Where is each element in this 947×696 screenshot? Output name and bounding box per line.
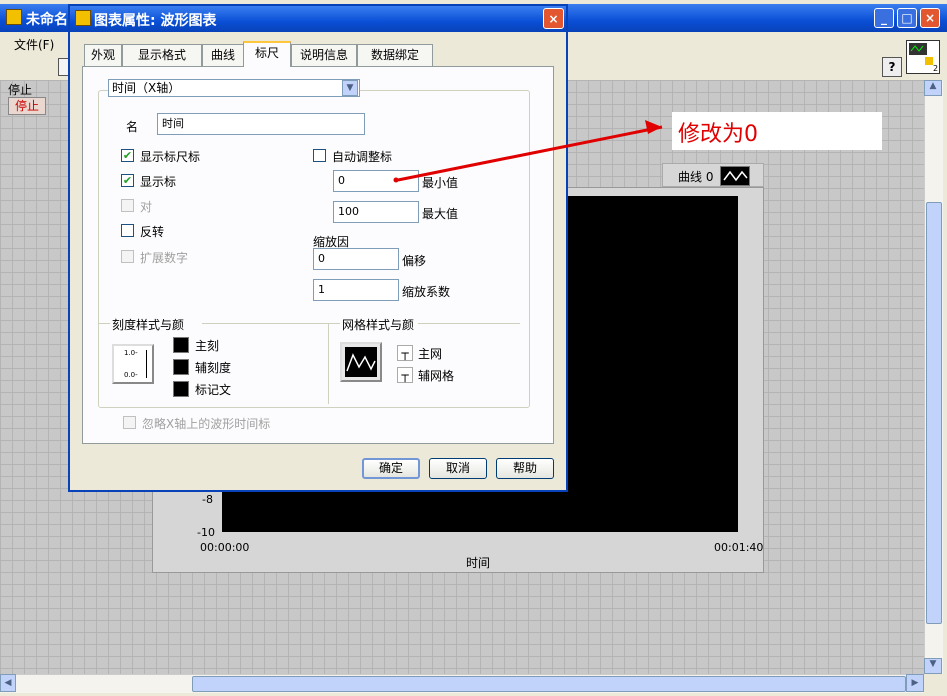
dialog-close-icon[interactable]: × — [543, 8, 564, 29]
labview-app-icon — [6, 9, 22, 25]
tab-data-binding[interactable]: 数据绑定 — [357, 44, 433, 66]
tab-plots[interactable]: 曲线 — [202, 44, 244, 66]
minimum-field[interactable]: 0 — [333, 170, 419, 192]
grid-style-title: 网格样式与颜 — [342, 318, 415, 332]
major-tick-label: 主刻 — [195, 339, 220, 353]
vi-icon: 2 — [906, 40, 940, 74]
menu-file[interactable]: 文件(F) — [14, 36, 54, 53]
minimize-icon[interactable]: _ — [874, 8, 894, 28]
major-grid-label: 主网 — [418, 347, 443, 361]
tick-style-axis-line — [146, 350, 147, 378]
maximize-icon[interactable]: □ — [897, 8, 917, 28]
section-divider — [418, 323, 520, 324]
stop-button[interactable]: 停止 — [8, 97, 46, 115]
vi-icon-graphic: 2 — [909, 43, 938, 73]
log-checkbox — [121, 199, 134, 212]
maximum-label: 最大值 — [422, 207, 459, 221]
x-tick: 00:01:40 — [714, 541, 764, 554]
show-scale-text: 显示标 — [140, 175, 177, 189]
major-tick-color-swatch[interactable] — [173, 337, 189, 353]
ignore-timestamp-text: 忽略X轴上的波形时间标 — [142, 417, 271, 431]
cancel-button[interactable]: 取消 — [429, 458, 487, 479]
tab-appearance[interactable]: 外观 — [84, 44, 122, 66]
name-label: 名 — [126, 120, 139, 134]
section-vertical-divider — [328, 324, 329, 404]
stop-label: 停止 — [8, 83, 33, 97]
grid-style-icon — [345, 347, 377, 377]
tick-style-button[interactable]: 1.0- 0.0- — [112, 344, 154, 384]
annotation-text: 修改为0 — [678, 122, 758, 147]
section-divider — [98, 323, 110, 324]
ignore-timestamp-checkbox — [123, 416, 136, 429]
multiplier-label: 缩放系数 — [402, 285, 451, 299]
scroll-down-icon[interactable]: ▼ — [924, 658, 942, 674]
x-tick: 00:00:00 — [200, 541, 250, 554]
invert-text: 反转 — [140, 225, 165, 239]
minor-tick-color-swatch[interactable] — [173, 359, 189, 375]
offset-label: 偏移 — [402, 254, 427, 268]
scroll-right-icon[interactable]: ▶ — [906, 674, 924, 692]
marker-text-color-swatch[interactable] — [173, 381, 189, 397]
minor-tick-label: 辅刻度 — [195, 361, 232, 375]
scroll-left-icon[interactable]: ◀ — [0, 674, 16, 692]
tick-style-top-label: 1.0- — [124, 349, 138, 357]
maximum-field[interactable]: 100 — [333, 201, 419, 223]
show-scale-checkbox[interactable]: ✔ — [121, 174, 134, 187]
dialog-app-icon — [75, 10, 91, 26]
svg-text:2: 2 — [933, 64, 938, 73]
name-field[interactable]: 时间 — [157, 113, 365, 135]
log-text: 对 — [140, 200, 153, 214]
minor-grid-color-icon[interactable]: ┬ — [397, 367, 413, 383]
autoscale-checkbox[interactable] — [313, 149, 326, 162]
ok-button[interactable]: 确定 — [362, 458, 420, 479]
marker-text-label: 标记文 — [195, 383, 232, 397]
help-icon[interactable]: ? — [882, 57, 902, 77]
minimum-label: 最小值 — [422, 176, 459, 190]
legend-wave-icon — [723, 170, 748, 182]
tick-style-title: 刻度样式与颜 — [112, 318, 185, 332]
section-divider — [202, 323, 328, 324]
offset-field[interactable]: 0 — [313, 248, 399, 270]
show-scale-label-checkbox[interactable]: ✔ — [121, 149, 134, 162]
tab-display-format[interactable]: 显示格式 — [122, 44, 202, 66]
vertical-scrollbar-thumb[interactable] — [926, 202, 942, 624]
show-scale-label-text: 显示标尺标 — [140, 150, 201, 164]
y-tick: -10 — [197, 526, 215, 539]
grid-style-button[interactable] — [340, 342, 382, 382]
y-tick: -8 — [202, 493, 213, 506]
scroll-up-icon[interactable]: ▲ — [924, 80, 942, 96]
x-axis-label: 时间 — [466, 556, 491, 570]
chevron-down-icon[interactable]: ▼ — [342, 80, 358, 96]
tab-documentation[interactable]: 说明信息 — [291, 44, 357, 66]
major-grid-color-icon[interactable]: ┬ — [397, 345, 413, 361]
horizontal-scrollbar-thumb[interactable] — [192, 676, 906, 692]
legend-label: 曲线 0 — [678, 170, 714, 184]
minor-grid-label: 辅网格 — [418, 369, 455, 383]
autoscale-text: 自动调整标 — [332, 150, 393, 164]
tick-style-bottom-label: 0.0- — [124, 371, 138, 379]
dialog-title: 图表属性: 波形图表 — [94, 13, 217, 29]
invert-checkbox[interactable] — [121, 224, 134, 237]
expand-digital-text: 扩展数字 — [140, 251, 189, 265]
legend-line-icon[interactable] — [720, 166, 750, 186]
tab-scales[interactable]: 标尺 — [243, 41, 291, 67]
expand-digital-checkbox — [121, 250, 134, 263]
axis-select[interactable]: 时间（X轴） — [108, 79, 360, 97]
close-icon[interactable]: × — [920, 8, 940, 28]
section-divider — [328, 323, 340, 324]
background-window-title: 未命名 — [26, 12, 68, 28]
multiplier-field[interactable]: 1 — [313, 279, 399, 301]
help-button[interactable]: 帮助 — [496, 458, 554, 479]
